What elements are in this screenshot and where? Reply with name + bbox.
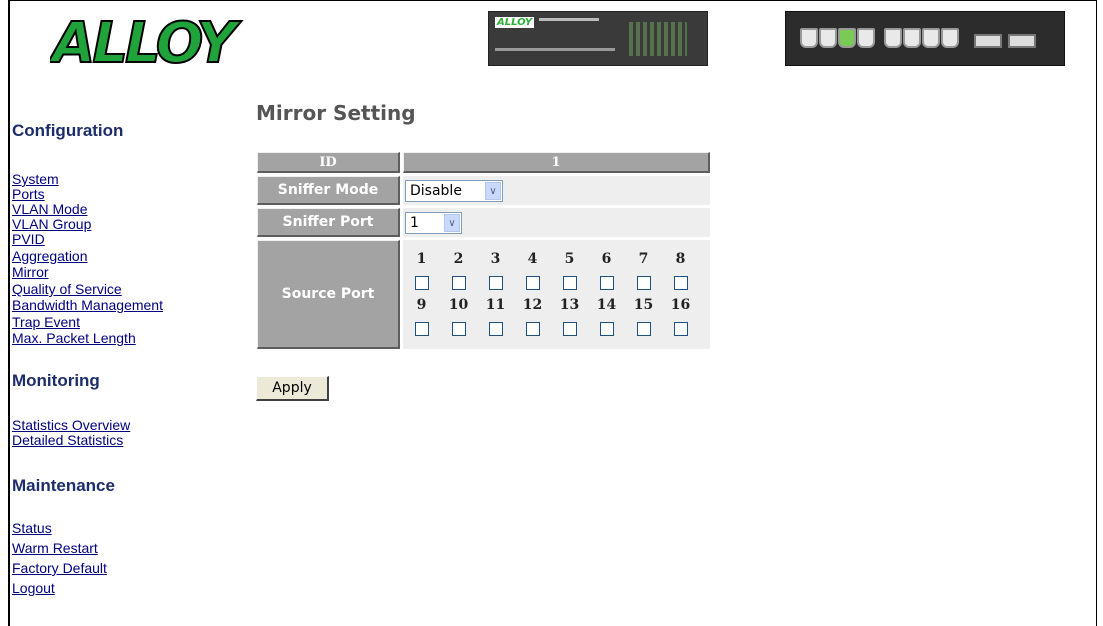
port-number: 9 <box>416 296 427 313</box>
nav-factory-default[interactable]: Factory Default <box>12 561 107 576</box>
nav-vlan-mode[interactable]: VLAN Mode <box>12 202 87 217</box>
port-icon <box>922 28 940 48</box>
nav-aggregation[interactable]: Aggregation <box>12 249 88 264</box>
sniffer-port-cell: 1 ∨ <box>403 208 710 237</box>
sniffer-port-label: Sniffer Port <box>257 208 400 237</box>
port-number: 2 <box>453 250 464 267</box>
port-icon <box>941 28 959 48</box>
nav-system[interactable]: System <box>12 172 59 187</box>
section-title-configuration: Configuration <box>12 121 124 140</box>
port-number: 10 <box>448 296 469 313</box>
port-icon <box>819 28 837 48</box>
port-number: 1 <box>416 250 427 267</box>
nav-statistics-overview[interactable]: Statistics Overview <box>12 418 130 433</box>
sniffer-mode-label: Sniffer Mode <box>257 176 400 205</box>
port-number: 14 <box>596 296 617 313</box>
source-port-checkbox-12[interactable] <box>525 321 540 336</box>
port-number: 4 <box>527 250 538 267</box>
sniffer-mode-select[interactable]: Disable ∨ <box>405 179 503 202</box>
source-port-checkbox-14[interactable] <box>599 321 614 336</box>
port-number: 5 <box>564 250 575 267</box>
source-port-checkbox-9[interactable] <box>414 321 429 336</box>
page-title: Mirror Setting <box>256 101 416 125</box>
nav-status[interactable]: Status <box>12 521 52 536</box>
source-port-checkbox-4[interactable] <box>525 275 540 290</box>
port-number: 3 <box>490 250 501 267</box>
section-title-maintenance: Maintenance <box>12 476 115 495</box>
chevron-down-icon[interactable]: ∨ <box>444 213 460 232</box>
mirror-settings-table: ID 1 Sniffer Mode Disable ∨ Sniffer Port… <box>254 149 713 352</box>
nav-logout[interactable]: Logout <box>12 581 55 596</box>
chevron-down-icon[interactable]: ∨ <box>485 181 501 200</box>
source-port-cell: 1 2 3 4 5 6 7 8 9 10 11 12 13 14 15 16 <box>403 240 710 349</box>
nav-vlan-group[interactable]: VLAN Group <box>12 217 91 232</box>
port-icon <box>800 28 818 48</box>
sniffer-port-value: 1 <box>410 214 419 231</box>
sniffer-port-select[interactable]: 1 ∨ <box>405 211 462 234</box>
alloy-logo: ALLOY <box>50 10 246 70</box>
nav-bandwidth-management[interactable]: Bandwidth Management <box>12 298 163 313</box>
id-value-header: 1 <box>403 152 710 173</box>
source-port-checkbox-2[interactable] <box>451 275 466 290</box>
nav-detailed-statistics[interactable]: Detailed Statistics <box>12 433 123 448</box>
source-port-checkbox-3[interactable] <box>488 275 503 290</box>
source-port-checkbox-8[interactable] <box>673 275 688 290</box>
device-led-panel <box>629 22 687 56</box>
nav-mirror[interactable]: Mirror <box>12 265 49 280</box>
device-caption <box>495 48 615 51</box>
apply-button[interactable]: Apply <box>256 376 329 401</box>
source-port-checkbox-10[interactable] <box>451 321 466 336</box>
port-number: 6 <box>601 250 612 267</box>
port-number: 13 <box>559 296 580 313</box>
source-port-checkbox-6[interactable] <box>599 275 614 290</box>
port-number: 8 <box>675 250 686 267</box>
source-port-label: Source Port <box>257 240 400 349</box>
port-icon <box>903 28 921 48</box>
nav-trap-event[interactable]: Trap Event <box>12 315 80 330</box>
sfp-port-icon <box>974 34 1002 48</box>
nav-ports[interactable]: Ports <box>12 187 45 202</box>
source-port-checkbox-13[interactable] <box>562 321 577 336</box>
source-port-checkbox-11[interactable] <box>488 321 503 336</box>
port-number: 11 <box>485 296 506 313</box>
sniffer-mode-value: Disable <box>410 182 462 199</box>
sfp-port-icon <box>1008 34 1036 48</box>
source-port-checkbox-5[interactable] <box>562 275 577 290</box>
port-number: 7 <box>638 250 649 267</box>
nav-pvid[interactable]: PVID <box>12 232 45 247</box>
logo-text: ALLOY <box>50 11 242 70</box>
device-front-image: ALLOY <box>488 11 708 66</box>
nav-warm-restart[interactable]: Warm Restart <box>12 541 98 556</box>
source-port-checkbox-16[interactable] <box>673 321 688 336</box>
nav-max-packet-length[interactable]: Max. Packet Length <box>12 331 136 346</box>
id-header: ID <box>257 152 400 173</box>
port-icon <box>857 28 875 48</box>
nav-quality-of-service[interactable]: Quality of Service <box>12 282 122 297</box>
device-caption <box>539 18 599 21</box>
device-brand-label: ALLOY <box>495 17 535 28</box>
port-number: 12 <box>522 296 543 313</box>
source-port-checkbox-15[interactable] <box>636 321 651 336</box>
port-number: 16 <box>670 296 691 313</box>
sniffer-mode-cell: Disable ∨ <box>403 176 710 205</box>
source-port-checkbox-1[interactable] <box>414 275 429 290</box>
section-title-monitoring: Monitoring <box>12 371 100 390</box>
device-port-panel-image <box>785 11 1065 66</box>
port-icon <box>838 28 856 48</box>
source-port-checkbox-7[interactable] <box>636 275 651 290</box>
port-icon <box>884 28 902 48</box>
source-port-grid: 1 2 3 4 5 6 7 8 9 10 11 12 13 14 15 16 <box>403 249 699 341</box>
port-number: 15 <box>633 296 654 313</box>
